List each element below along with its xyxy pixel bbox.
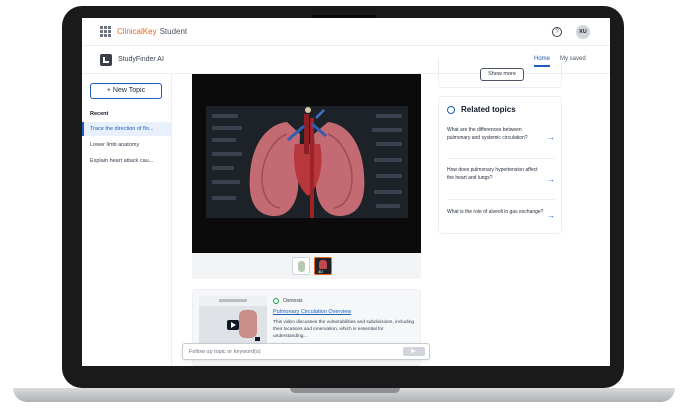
laptop-hinge <box>290 388 400 393</box>
avatar[interactable]: KU <box>576 25 590 39</box>
send-icon <box>411 349 416 353</box>
sidebar-item-trace-direction[interactable]: Trace the direction of flo... <box>82 122 171 136</box>
follow-up-input[interactable]: Follow up topic or keyword(s) <box>182 343 430 360</box>
sidebar: + New Topic Recent Trace the direction o… <box>82 74 172 366</box>
related-topics-icon <box>447 106 455 114</box>
send-button[interactable] <box>403 347 425 356</box>
related-topics-card: Related topics What are the differences … <box>438 96 562 234</box>
studyfinder-title: StudyFinder AI <box>118 56 164 63</box>
brand-product: Student <box>159 27 188 36</box>
video-thumbnail-header <box>199 296 267 306</box>
recent-heading: Recent <box>90 111 109 117</box>
anatomy-thumbnail-icon[interactable] <box>292 257 310 275</box>
new-topic-button[interactable]: + New Topic <box>90 83 162 99</box>
brand-name[interactable]: ClinicalKey <box>117 27 157 36</box>
studyfinder-logo-icon <box>100 54 112 66</box>
arrow-right-icon[interactable]: → <box>547 175 555 184</box>
heart-lungs-model-icon <box>249 107 365 218</box>
show-more-button[interactable]: Show more <box>480 68 524 81</box>
arrow-right-icon[interactable]: → <box>547 211 555 220</box>
related-topic-1[interactable]: What are the differences between pulmona… <box>447 127 545 142</box>
sidebar-item-heart-attack[interactable]: Explain heart attack cau... <box>82 154 171 168</box>
media-thumbnail-strip: 3D <box>192 253 421 279</box>
related-topic-2[interactable]: How does pulmonary hypertension affect t… <box>447 167 545 182</box>
video-thumbnail[interactable] <box>199 296 267 344</box>
video-description: This video discusses the vulnerabilities… <box>273 320 415 339</box>
grid-logo-icon <box>100 26 111 37</box>
video-title-link[interactable]: Pulmonary Circulation Overview <box>273 309 351 315</box>
3d-heart-lungs-icon[interactable]: 3D <box>314 257 332 275</box>
divider <box>447 158 555 159</box>
help-icon[interactable]: ? <box>552 27 562 37</box>
follow-up-placeholder: Follow up topic or keyword(s) <box>189 349 261 355</box>
related-topic-3[interactable]: What is the role of alveoli in gas excha… <box>447 209 545 217</box>
video-duration-badge <box>255 337 260 341</box>
top-bar: ClinicalKey Student ? KU <box>82 18 610 46</box>
anatomy-viewer[interactable] <box>192 74 421 253</box>
divider <box>447 199 555 200</box>
anatomy-figure-icon <box>239 310 257 338</box>
thumb-3d-label: 3D <box>318 269 324 274</box>
osmosis-source-icon <box>273 298 279 304</box>
arrow-right-icon[interactable]: → <box>547 133 555 142</box>
sidebar-item-lower-limb[interactable]: Lower limb anatomy <box>82 138 171 152</box>
play-icon[interactable] <box>227 320 239 330</box>
app-screen: ClinicalKey Student ? KU StudyFinder AI … <box>82 18 610 366</box>
related-topics-title: Related topics <box>461 105 516 114</box>
video-source: Osmosis <box>283 298 303 304</box>
tab-my-saved[interactable]: My saved <box>560 56 586 62</box>
